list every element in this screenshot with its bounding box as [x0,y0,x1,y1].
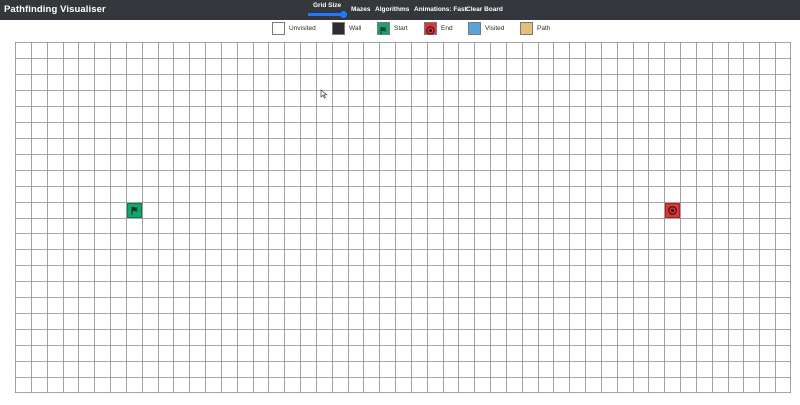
legend-label-wall: Wall [349,25,362,32]
legend-label-start: Start [394,25,408,32]
animations-speed-menu[interactable]: Animations: Fast [414,6,467,13]
unvisited-swatch [272,22,285,35]
end-swatch [424,22,437,35]
algorithms-menu[interactable]: Algorithms [375,6,409,13]
mouse-cursor-icon [320,89,328,99]
path-swatch [520,22,533,35]
legend-label-end: End [441,25,453,32]
grid-size-slider[interactable] [308,11,347,18]
top-navbar: Pathfinding Visualiser Grid Size Mazes A… [0,0,800,20]
flag-icon [131,206,139,215]
app-title[interactable]: Pathfinding Visualiser [4,4,106,15]
legend-label-visited: Visited [485,25,505,32]
target-icon [426,26,435,35]
clear-board-button[interactable]: Clear Board [466,6,503,13]
legend-label-unvisited: Unvisited [289,25,316,32]
grid-size-label: Grid Size [313,2,342,9]
flag-icon [380,27,387,35]
visited-swatch [468,22,481,35]
grid-size-control[interactable]: Grid Size [308,1,347,19]
mazes-menu[interactable]: Mazes [351,6,371,13]
grid-size-slider-fill [308,13,343,16]
legend-label-path: Path [537,25,551,32]
grid-size-slider-thumb[interactable] [339,11,347,18]
pathfinding-grid[interactable] [15,42,791,393]
end-node[interactable] [665,203,680,218]
wall-swatch [332,22,345,35]
start-swatch [377,22,390,35]
start-node[interactable] [127,203,142,218]
target-icon [668,206,677,215]
